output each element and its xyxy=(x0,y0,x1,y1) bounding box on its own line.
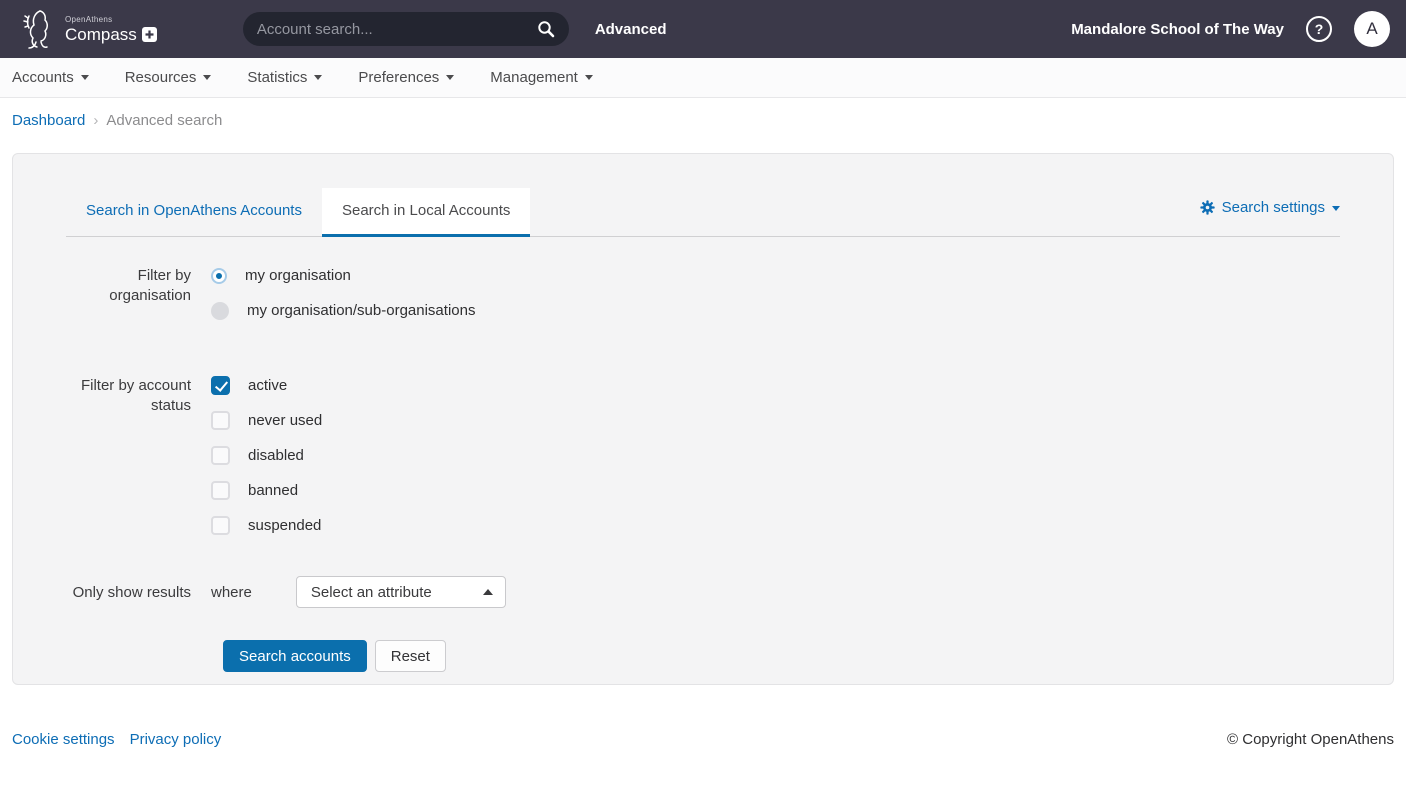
cookie-settings-link[interactable]: Cookie settings xyxy=(12,731,115,748)
search-submit-button[interactable] xyxy=(537,20,555,38)
checkbox-label[interactable]: active xyxy=(248,377,287,394)
checkbox-row-never-used: never used xyxy=(211,410,322,431)
account-search-bar xyxy=(243,12,569,46)
header-right-group: Mandalore School of The Way ? A xyxy=(1071,11,1390,47)
checkbox-disabled[interactable] xyxy=(211,446,230,465)
nav-item-management[interactable]: Management xyxy=(490,69,593,86)
radio-label[interactable]: my organisation xyxy=(245,267,351,284)
search-tabs: Search in OpenAthens Accounts Search in … xyxy=(66,188,530,236)
results-filter-label: Only show results xyxy=(63,582,191,603)
checkbox-row-disabled: disabled xyxy=(211,445,322,466)
checkbox-row-banned: banned xyxy=(211,480,322,501)
copyright-text: © Copyright OpenAthens xyxy=(1227,731,1394,748)
nav-item-label: Statistics xyxy=(247,69,307,86)
attribute-select[interactable]: Select an attribute xyxy=(296,576,506,608)
radio-my-organisation[interactable] xyxy=(213,270,225,282)
logo-brand-bottom: Compass xyxy=(65,26,137,43)
avatar[interactable]: A xyxy=(1354,11,1390,47)
chevron-up-icon xyxy=(483,589,493,595)
nav-item-preferences[interactable]: Preferences xyxy=(358,69,454,86)
checkbox-banned[interactable] xyxy=(211,481,230,500)
nav-item-statistics[interactable]: Statistics xyxy=(247,69,322,86)
where-label: where xyxy=(211,584,252,601)
logo-wordmark: OpenAthens Compass xyxy=(65,16,157,43)
radio-row-my-sub-organisations: my organisation/sub-organisations xyxy=(211,300,475,321)
advanced-search-link[interactable]: Advanced xyxy=(595,21,667,38)
organisation-filter-row: Filter by organisation my organisation m… xyxy=(13,265,1393,335)
checkbox-label[interactable]: disabled xyxy=(248,447,304,464)
top-header: OpenAthens Compass Advanc xyxy=(0,0,1406,58)
main-navbar: Accounts Resources Statistics Preference… xyxy=(0,58,1406,98)
checkbox-row-active: active xyxy=(211,375,322,396)
checkbox-active[interactable] xyxy=(211,376,230,395)
form-actions: Search accounts Reset xyxy=(223,640,1393,672)
nav-item-label: Accounts xyxy=(12,69,74,86)
search-accounts-button[interactable]: Search accounts xyxy=(223,640,367,672)
account-search-input[interactable] xyxy=(257,21,537,38)
tabs-row: Search in OpenAthens Accounts Search in … xyxy=(66,188,1340,237)
privacy-policy-link[interactable]: Privacy policy xyxy=(130,731,222,748)
results-filter-controls: where Select an attribute xyxy=(211,576,506,608)
chevron-down-icon xyxy=(585,75,593,80)
tab-search-openathens-accounts[interactable]: Search in OpenAthens Accounts xyxy=(66,188,322,237)
radio-my-sub-organisations[interactable] xyxy=(211,302,229,320)
checkbox-row-suspended: suspended xyxy=(211,515,322,536)
compass-plus-icon xyxy=(142,27,157,42)
organisation-options: my organisation my organisation/sub-orga… xyxy=(211,265,475,335)
checkbox-never-used[interactable] xyxy=(211,411,230,430)
organisation-name: Mandalore School of The Way xyxy=(1071,21,1284,38)
search-settings-dropdown[interactable]: Search settings xyxy=(1200,199,1340,226)
chevron-down-icon xyxy=(446,75,454,80)
reset-button[interactable]: Reset xyxy=(375,640,446,672)
nav-item-label: Resources xyxy=(125,69,197,86)
tab-search-local-accounts[interactable]: Search in Local Accounts xyxy=(322,188,530,237)
gear-icon xyxy=(1200,200,1215,215)
breadcrumb: Dashboard › Advanced search xyxy=(0,98,1406,139)
attribute-select-value: Select an attribute xyxy=(311,584,483,601)
chevron-down-icon xyxy=(1332,206,1340,211)
checkbox-suspended[interactable] xyxy=(211,516,230,535)
openathens-compass-logo[interactable]: OpenAthens Compass xyxy=(16,6,157,52)
checkbox-label[interactable]: banned xyxy=(248,482,298,499)
logo-brand-top: OpenAthens xyxy=(65,16,157,24)
nav-item-label: Preferences xyxy=(358,69,439,86)
advanced-search-panel: Search in OpenAthens Accounts Search in … xyxy=(12,153,1394,685)
checkbox-label[interactable]: never used xyxy=(248,412,322,429)
chevron-down-icon xyxy=(203,75,211,80)
breadcrumb-current: Advanced search xyxy=(106,112,222,129)
account-status-filter-label: Filter by account status xyxy=(63,375,191,416)
nav-item-resources[interactable]: Resources xyxy=(125,69,212,86)
search-icon xyxy=(537,20,555,38)
search-settings-label: Search settings xyxy=(1222,199,1325,216)
breadcrumb-separator-icon: › xyxy=(93,112,98,129)
breadcrumb-dashboard-link[interactable]: Dashboard xyxy=(12,112,85,129)
organisation-filter-label: Filter by organisation xyxy=(63,265,191,306)
help-icon[interactable]: ? xyxy=(1306,16,1332,42)
nav-item-label: Management xyxy=(490,69,578,86)
results-filter-row: Only show results where Select an attrib… xyxy=(13,576,1393,608)
nav-item-accounts[interactable]: Accounts xyxy=(12,69,89,86)
chevron-down-icon xyxy=(81,75,89,80)
chevron-down-icon xyxy=(314,75,322,80)
page-footer: Cookie settings Privacy policy © Copyrig… xyxy=(0,731,1406,748)
openathens-owl-icon xyxy=(16,6,60,52)
account-status-options: active never used disabled banned suspen… xyxy=(211,375,322,550)
account-status-filter-row: Filter by account status active never us… xyxy=(13,375,1393,550)
local-accounts-search-form: Filter by organisation my organisation m… xyxy=(13,237,1393,672)
checkbox-label[interactable]: suspended xyxy=(248,517,321,534)
radio-row-my-organisation: my organisation xyxy=(211,265,475,286)
radio-label[interactable]: my organisation/sub-organisations xyxy=(247,302,475,319)
